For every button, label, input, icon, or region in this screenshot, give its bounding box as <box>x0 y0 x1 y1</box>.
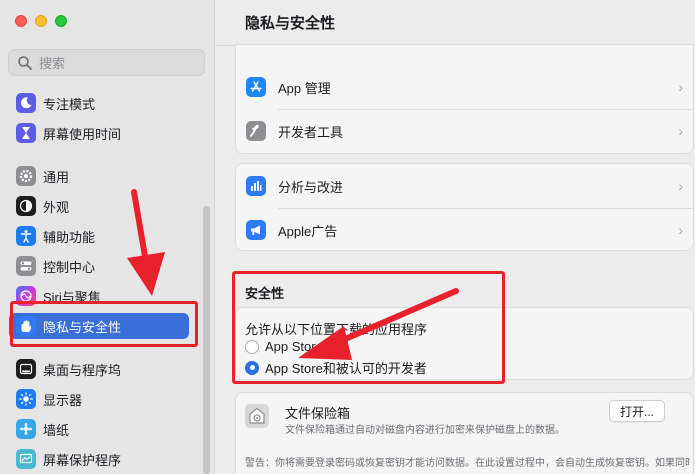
sidebar-item-label: 屏幕保护程序 <box>43 452 122 468</box>
sidebar-item-screen-time[interactable]: 屏幕使用时间 <box>9 120 189 146</box>
analytics-row[interactable]: 分析与改进 › <box>236 166 693 206</box>
sidebar-item-label: 屏幕使用时间 <box>43 126 122 142</box>
app-management-row[interactable]: App 管理 › <box>236 67 693 107</box>
app-store-icon <box>246 77 266 97</box>
chart-icon <box>246 176 266 196</box>
sidebar: 搜索 专注模式 屏幕使用时间 通用 外观 辅助功能 控制中心 Siri与聚焦 隐… <box>0 0 215 474</box>
zoom-window-button[interactable] <box>55 15 67 27</box>
sidebar-item-accessibility[interactable]: 辅助功能 <box>9 223 189 249</box>
sidebar-item-label: 控制中心 <box>43 259 96 275</box>
control-center-icon <box>16 256 36 276</box>
row-label: 分析与改进 <box>278 179 344 195</box>
sidebar-item-desktop-dock[interactable]: 桌面与程序坞 <box>9 356 189 382</box>
chevron-right-icon: › <box>678 79 683 95</box>
dock-icon <box>16 359 36 379</box>
apps-tools-group: App 管理 › 开发者工具 › <box>235 44 694 154</box>
filevault-description: 文件保险箱通过自动对磁盘内容进行加密来保护磁盘上的数据。 <box>285 425 565 436</box>
filevault-title: 文件保险箱 <box>285 406 351 421</box>
sidebar-item-control-center[interactable]: 控制中心 <box>9 253 189 279</box>
sun-icon <box>16 389 36 409</box>
window-controls <box>15 15 67 27</box>
chevron-right-icon: › <box>678 178 683 194</box>
minimize-window-button[interactable] <box>35 15 47 27</box>
row-label: App 管理 <box>278 80 331 96</box>
sidebar-item-displays[interactable]: 显示器 <box>9 386 189 412</box>
sidebar-item-label: 墙纸 <box>43 422 70 438</box>
apple-ads-row[interactable]: Apple广告 › <box>236 210 693 250</box>
moon-icon <box>16 93 36 113</box>
appearance-icon <box>16 196 36 216</box>
sidebar-item-label: 外观 <box>43 199 70 215</box>
sidebar-item-screensaver[interactable]: 屏幕保护程序 <box>9 446 189 472</box>
screensaver-icon <box>16 449 36 469</box>
sidebar-item-appearance[interactable]: 外观 <box>9 193 189 219</box>
search-input[interactable]: 搜索 <box>8 49 205 76</box>
sidebar-scrollbar[interactable] <box>203 206 210 474</box>
sidebar-item-general[interactable]: 通用 <box>9 163 189 189</box>
sidebar-item-label: 桌面与程序坞 <box>43 362 122 378</box>
hammer-icon <box>246 121 266 141</box>
close-window-button[interactable] <box>15 15 27 27</box>
sidebar-item-label: 通用 <box>43 169 70 185</box>
hourglass-icon <box>16 123 36 143</box>
search-placeholder: 搜索 <box>39 56 66 71</box>
page-title: 隐私与安全性 <box>245 15 336 32</box>
row-label: Apple广告 <box>278 223 338 239</box>
sidebar-item-wallpaper[interactable]: 墙纸 <box>9 416 189 442</box>
divider <box>278 109 693 110</box>
main-pane: 隐私与安全性 App 管理 › 开发者工具 › 分析与改进 › Apple广告 … <box>215 0 695 474</box>
row-label: 开发者工具 <box>278 124 344 140</box>
annotation-box-sidebar <box>10 301 198 347</box>
accessibility-icon <box>16 226 36 246</box>
chevron-right-icon: › <box>678 222 683 238</box>
sidebar-item-label: 显示器 <box>43 392 83 408</box>
search-icon <box>18 55 32 70</box>
wallpaper-icon <box>16 419 36 439</box>
titlebar: 隐私与安全性 <box>215 0 695 46</box>
divider <box>278 208 693 209</box>
megaphone-icon <box>246 220 266 240</box>
sidebar-item-label: 专注模式 <box>43 96 96 112</box>
filevault-warning: 警告：你将需要登录密码或恢复密钥才能访问数据。在此设置过程中，会自动生成恢复密钥… <box>245 458 690 469</box>
sidebar-item-focus[interactable]: 专注模式 <box>9 90 189 116</box>
analytics-ads-group: 分析与改进 › Apple广告 › <box>235 163 694 251</box>
developer-tools-row[interactable]: 开发者工具 › <box>236 111 693 151</box>
gear-icon <box>16 166 36 186</box>
chevron-right-icon: › <box>678 123 683 139</box>
filevault-turn-on-button[interactable]: 打开... <box>609 400 665 422</box>
filevault-icon <box>245 404 269 428</box>
sidebar-item-label: 辅助功能 <box>43 229 96 245</box>
annotation-box-security <box>232 271 505 384</box>
